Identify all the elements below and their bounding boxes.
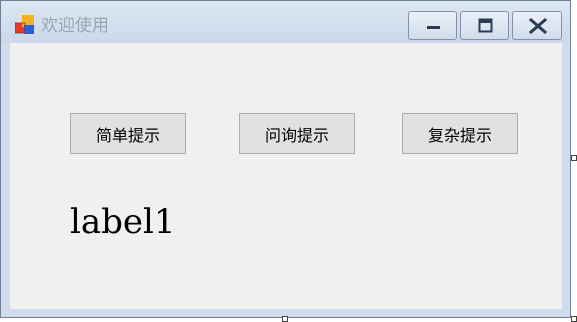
app-icon [14,15,35,35]
resize-handle-right[interactable] [571,155,577,161]
close-button[interactable] [512,11,562,40]
simple-tip-button[interactable]: 简单提示 [70,113,186,154]
minimize-icon [427,26,440,29]
resize-handle-bottom[interactable] [282,316,288,322]
complex-tip-button[interactable]: 复杂提示 [402,113,518,154]
title-bar[interactable]: 欢迎使用 [1,1,570,43]
label1: label1 [70,202,176,242]
maximize-button[interactable] [460,11,509,40]
main-window: 欢迎使用 简单提示 问询提示 复杂提示 label1 [0,0,571,318]
close-icon [528,17,548,35]
ask-tip-button[interactable]: 问询提示 [239,113,355,154]
client-area: 简单提示 问询提示 复杂提示 label1 [10,43,562,309]
minimize-button[interactable] [408,11,457,40]
resize-handle-corner[interactable] [571,316,577,322]
window-title: 欢迎使用 [41,16,109,36]
maximize-icon [478,18,493,33]
